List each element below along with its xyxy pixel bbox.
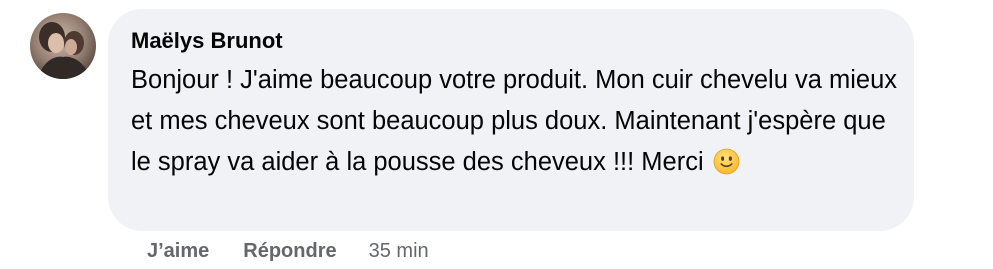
comment-bubble: Maëlys Brunot Bonjour ! J'aime beaucoup … [108, 9, 914, 231]
like-button[interactable]: J’aime [147, 236, 209, 266]
comment-author[interactable]: Maëlys Brunot [131, 26, 283, 56]
slightly-smiling-face-icon [713, 147, 740, 188]
avatar[interactable] [30, 13, 96, 79]
comment-text: Bonjour ! J'aime beaucoup votre produit.… [131, 60, 901, 188]
comment-body: Bonjour ! J'aime beaucoup votre produit.… [131, 66, 898, 176]
comment-actions: J’aime Répondre 35 min [147, 236, 429, 266]
avatar-photo [30, 13, 96, 79]
reply-button[interactable]: Répondre [243, 236, 336, 266]
comment: Maëlys Brunot Bonjour ! J'aime beaucoup … [0, 0, 993, 269]
comment-timestamp[interactable]: 35 min [369, 236, 429, 266]
